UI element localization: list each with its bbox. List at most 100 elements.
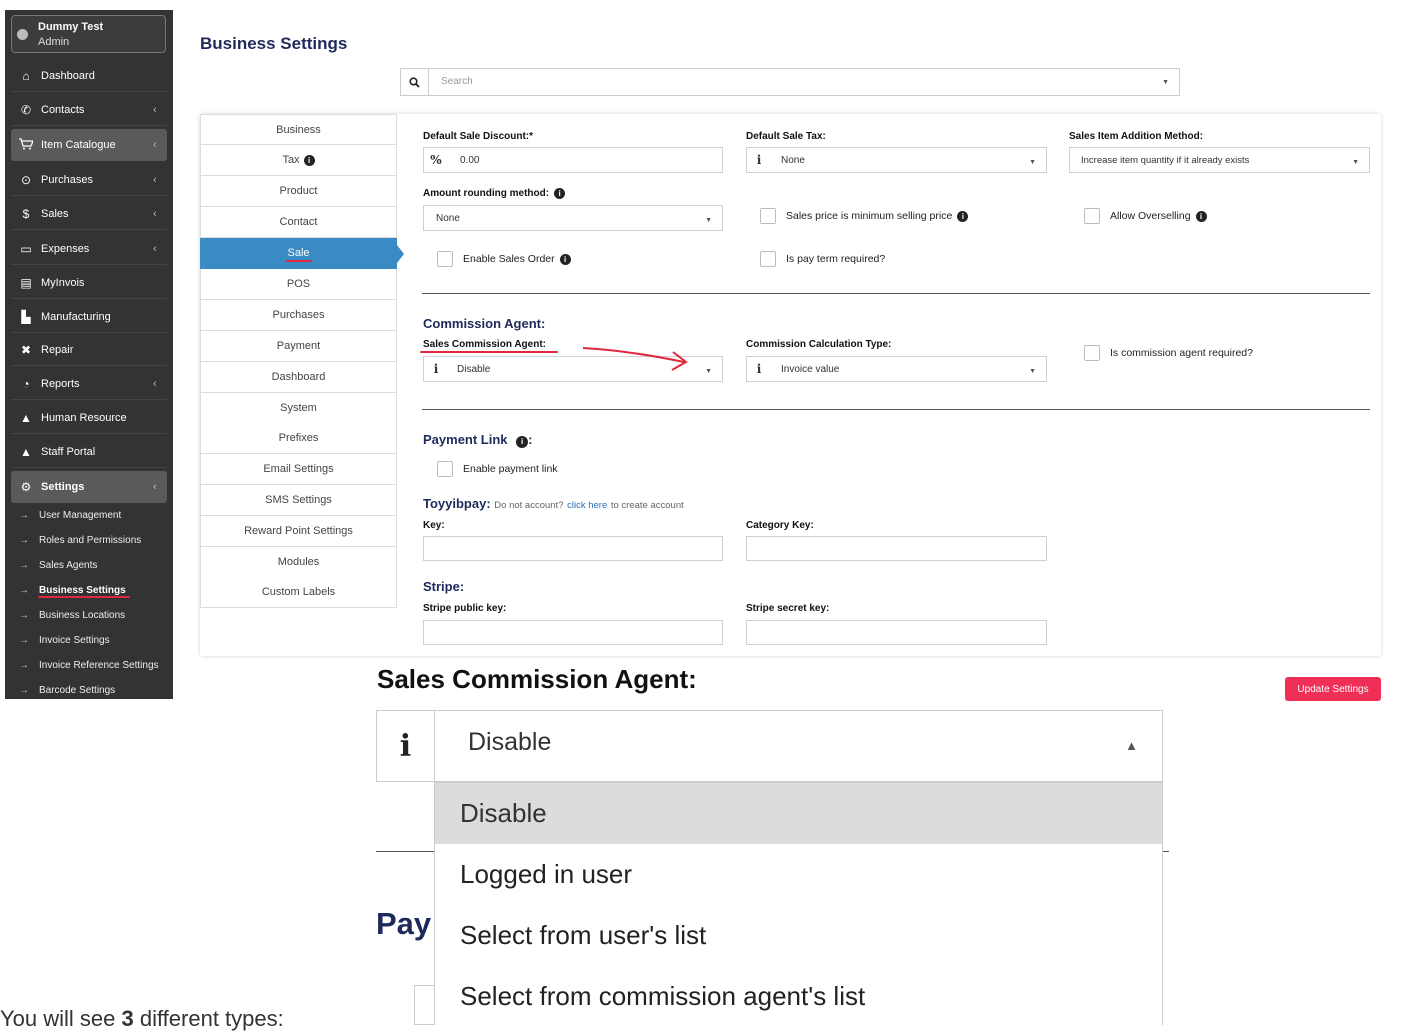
annotation-underline xyxy=(286,260,312,262)
tab-contact[interactable]: Contact xyxy=(200,207,397,238)
tab-email-settings[interactable]: Email Settings xyxy=(200,454,397,485)
tab-pos[interactable]: POS xyxy=(200,269,397,300)
pay-term-option[interactable]: Is pay term required? xyxy=(760,251,885,267)
sidebar-item-staff-portal[interactable]: ▲ Staff Portal xyxy=(11,436,167,468)
divider xyxy=(422,293,1370,294)
option-select-from-users-list[interactable]: Select from user's list xyxy=(435,905,1162,966)
tools-icon: ✖ xyxy=(20,342,32,357)
search-icon xyxy=(401,69,429,95)
commission-calc-select[interactable]: i Invoice value ▼ xyxy=(746,356,1047,382)
default-tax-label: Default Sale Tax: xyxy=(746,131,826,142)
page-title: Business Settings xyxy=(200,34,348,53)
sidebar-sub-business-locations[interactable]: → Business Locations xyxy=(19,604,169,626)
sales-order-option[interactable]: Enable Sales Order i xyxy=(437,251,571,267)
pay-term-checkbox[interactable] xyxy=(760,251,776,267)
caret-down-icon: ▼ xyxy=(1029,368,1036,375)
toyyibpay-note: Do not account? xyxy=(494,500,564,511)
sidebar-sub-roles-permissions[interactable]: → Roles and Permissions xyxy=(19,529,169,551)
cart-icon xyxy=(11,137,41,153)
overselling-option[interactable]: Allow Overselling i xyxy=(1084,208,1207,224)
sidebar-item-human-resource[interactable]: ▲ Human Resource xyxy=(11,402,167,434)
tab-business[interactable]: Business xyxy=(200,114,397,145)
tab-purchases[interactable]: Purchases xyxy=(200,300,397,331)
zoom-commission-agent-select[interactable]: i Disable ▲ xyxy=(376,710,1163,782)
sidebar-sub-invoice-reference-settings[interactable]: → Invoice Reference Settings xyxy=(19,654,169,676)
payment-link-checkbox[interactable] xyxy=(437,461,453,477)
default-tax-select[interactable]: i None ▼ xyxy=(746,147,1047,173)
zoom-dropdown-menu: Disable Logged in user Select from user'… xyxy=(434,782,1163,1025)
option-select-from-commission-agents-list[interactable]: Select from commission agent's list xyxy=(435,966,1162,1025)
user-role: Admin xyxy=(38,36,70,48)
sales-order-checkbox[interactable] xyxy=(437,251,453,267)
sidebar-sub-user-management[interactable]: → User Management xyxy=(19,504,169,526)
sidebar-item-settings[interactable]: ⚙ Settings ‹ xyxy=(11,471,167,503)
caret-down-icon: ▼ xyxy=(705,217,712,224)
sidebar-item-contacts[interactable]: ✆ Contacts ‹ xyxy=(11,94,167,126)
overselling-checkbox[interactable] xyxy=(1084,208,1100,224)
rounding-label: Amount rounding method: i xyxy=(423,188,566,199)
search-select[interactable]: Search ▼ xyxy=(400,68,1180,96)
payment-link-option[interactable]: Enable payment link xyxy=(437,461,558,477)
sidebar-sub-barcode-settings[interactable]: → Barcode Settings xyxy=(19,679,169,699)
sidebar-item-myinvois[interactable]: ▤ MyInvois xyxy=(11,267,167,299)
tab-sale[interactable]: Sale xyxy=(200,238,397,269)
toyyibpay-create-link[interactable]: click here xyxy=(567,500,607,511)
sidebar-sub-label: User Management xyxy=(39,509,122,521)
person-icon: ▲ xyxy=(20,444,32,459)
min-price-option[interactable]: Sales price is minimum selling price i xyxy=(760,208,969,224)
rounding-select[interactable]: None ▼ xyxy=(423,205,723,231)
stripe-public-label: Stripe public key: xyxy=(423,603,507,614)
toyyibpay-title: Toyyibpay: Do not account? click here to… xyxy=(423,496,684,511)
agent-required-option[interactable]: Is commission agent required? xyxy=(1084,345,1253,361)
commission-agent-label: Sales Commission Agent: xyxy=(423,339,546,350)
rounding-value: None xyxy=(436,213,460,224)
tab-dashboard[interactable]: Dashboard xyxy=(200,362,397,393)
tab-product[interactable]: Product xyxy=(200,176,397,207)
stripe-secret-input[interactable] xyxy=(746,620,1047,645)
default-discount-field[interactable]: % 0.00 xyxy=(423,147,723,173)
option-logged-in-user[interactable]: Logged in user xyxy=(435,844,1162,905)
addition-method-select[interactable]: Increase item quantity if it already exi… xyxy=(1069,147,1370,173)
tab-prefixes[interactable]: Prefixes xyxy=(200,423,397,454)
category-key-input[interactable] xyxy=(746,536,1047,561)
sidebar-item-label: Sales xyxy=(41,207,69,220)
search-placeholder: Search xyxy=(441,76,473,87)
sidebar-item-sales[interactable]: $ Sales ‹ xyxy=(11,198,167,230)
sidebar-item-purchases[interactable]: ⊙ Purchases ‹ xyxy=(11,164,167,196)
agent-required-checkbox[interactable] xyxy=(1084,345,1100,361)
stripe-public-input[interactable] xyxy=(423,620,723,645)
update-settings-button[interactable]: Update Settings xyxy=(1285,677,1381,701)
sidebar-sub-invoice-settings[interactable]: → Invoice Settings xyxy=(19,629,169,651)
info-icon: i xyxy=(1195,210,1207,222)
tab-system[interactable]: System xyxy=(200,393,397,424)
tab-reward-point-settings[interactable]: Reward Point Settings xyxy=(200,516,397,547)
overselling-label: Allow Overselling xyxy=(1110,210,1191,222)
sidebar-item-label: Dashboard xyxy=(41,69,95,82)
sidebar-item-expenses[interactable]: ▭ Expenses ‹ xyxy=(11,233,167,265)
info-icon: i xyxy=(516,436,529,448)
arrow-right-icon: → xyxy=(19,634,29,646)
default-discount-value: 0.00 xyxy=(460,155,480,166)
tab-payment[interactable]: Payment xyxy=(200,331,397,362)
person-icon: ▲ xyxy=(20,410,32,425)
sidebar-item-repair[interactable]: ✖ Repair xyxy=(11,334,167,366)
caret-down-icon: ▼ xyxy=(705,368,712,375)
sidebar-item-label: Manufacturing xyxy=(41,310,111,323)
dollar-icon: $ xyxy=(22,206,30,221)
sidebar-item-dashboard[interactable]: ⌂ Dashboard xyxy=(11,60,167,92)
document-icon: ▤ xyxy=(20,275,32,290)
option-disable[interactable]: Disable xyxy=(435,783,1162,844)
tab-tax[interactable]: Tax i xyxy=(200,145,397,176)
tab-sms-settings[interactable]: SMS Settings xyxy=(200,485,397,516)
caret-down-icon: ▼ xyxy=(1162,79,1169,86)
tab-custom-labels[interactable]: Custom Labels xyxy=(200,577,397,608)
tab-modules[interactable]: Modules xyxy=(200,547,397,578)
sidebar-item-manufacturing[interactable]: ▙ Manufacturing xyxy=(11,301,167,333)
sidebar-item-item-catalogue[interactable]: Item Catalogue ‹ xyxy=(11,129,167,161)
user-profile[interactable]: Dummy Test Admin xyxy=(11,15,166,53)
sidebar-item-reports[interactable]: ◔ Reports ‹ xyxy=(11,368,167,400)
key-input[interactable] xyxy=(423,536,723,561)
circle-chevron-icon: ⊙ xyxy=(20,172,32,187)
sidebar-sub-sales-agents[interactable]: → Sales Agents xyxy=(19,554,169,576)
min-price-checkbox[interactable] xyxy=(760,208,776,224)
